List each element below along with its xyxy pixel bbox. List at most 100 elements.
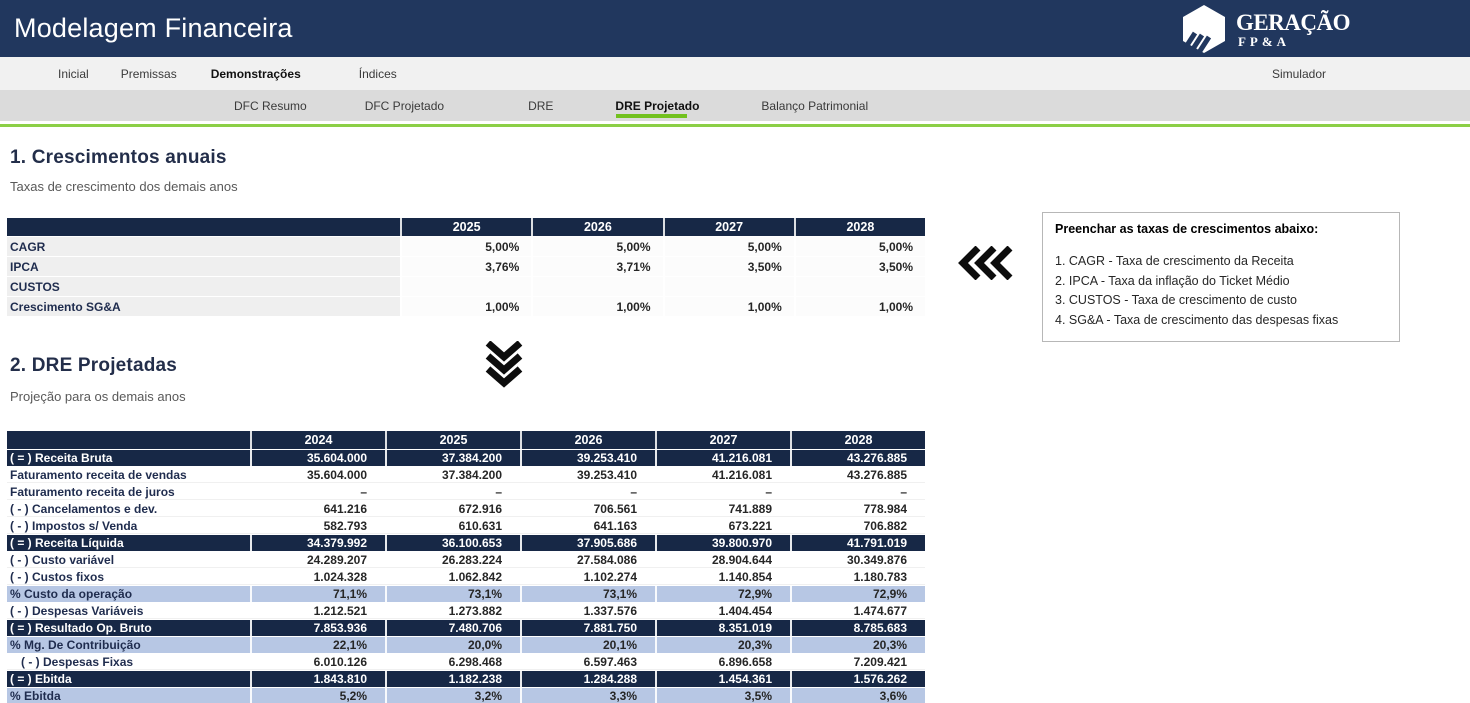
tab-dre-projetado[interactable]: DRE Projetado bbox=[615, 93, 699, 119]
cell-value: 20,3% bbox=[790, 637, 925, 653]
cell-value[interactable]: 1,00% bbox=[663, 297, 794, 316]
header-corner bbox=[7, 431, 250, 449]
tab-balanco-patrimonial[interactable]: Balanço Patrimonial bbox=[761, 93, 868, 119]
row-label: ( - ) Custos fixos bbox=[7, 569, 250, 584]
year-header: 2025 bbox=[400, 218, 531, 236]
row-label: ( = ) Resultado Op. Bruto bbox=[7, 620, 250, 636]
note-item-ipca: 2. IPCA - Taxa da inflação do Ticket Méd… bbox=[1055, 272, 1387, 292]
cell-value: 8.351.019 bbox=[655, 620, 790, 636]
cell-value[interactable]: 3,50% bbox=[663, 257, 794, 276]
table-row: ( = ) Receita Líquida34.379.99236.100.65… bbox=[7, 535, 925, 551]
cell-value[interactable]: 3,76% bbox=[400, 257, 531, 276]
row-label: Crescimento SG&A bbox=[7, 297, 400, 316]
cell-value: 36.100.653 bbox=[385, 535, 520, 551]
table-row: Faturamento receita de vendas35.604.0003… bbox=[7, 467, 925, 483]
row-label: IPCA bbox=[7, 257, 400, 276]
nav-item-inicial[interactable]: Inicial bbox=[58, 67, 89, 81]
table-row: ( - ) Custos fixos1.024.3281.062.8421.10… bbox=[7, 569, 925, 585]
cell-value: 3,2% bbox=[385, 688, 520, 703]
nav-item-simulador[interactable]: Simulador bbox=[1272, 67, 1326, 81]
cell-value: 24.289.207 bbox=[250, 552, 385, 567]
cell-value[interactable]: 3,71% bbox=[531, 257, 662, 276]
cell-value: 5,2% bbox=[250, 688, 385, 703]
cell-value: 41.216.081 bbox=[655, 450, 790, 466]
table-row: Crescimento SG&A1,00%1,00%1,00%1,00% bbox=[7, 297, 925, 316]
cell-value: 35.604.000 bbox=[250, 450, 385, 466]
cell-value[interactable]: 3,50% bbox=[794, 257, 925, 276]
tab-dfc-resumo[interactable]: DFC Resumo bbox=[234, 93, 307, 119]
table-row: ( - ) Impostos s/ Venda582.793610.631641… bbox=[7, 518, 925, 534]
cell-value[interactable] bbox=[400, 277, 531, 296]
cell-value: 7.209.421 bbox=[790, 654, 925, 669]
cell-value: 34.379.992 bbox=[250, 535, 385, 551]
row-label: ( - ) Despesas Variáveis bbox=[7, 603, 250, 618]
table-row: ( - ) Cancelamentos e dev.641.216672.916… bbox=[7, 501, 925, 517]
year-header: 2025 bbox=[385, 431, 520, 449]
tab-dre[interactable]: DRE bbox=[528, 93, 553, 119]
cell-value: 20,0% bbox=[385, 637, 520, 653]
cell-value[interactable]: 1,00% bbox=[400, 297, 531, 316]
dre-projected-table: 20242025202620272028( = ) Receita Bruta3… bbox=[7, 431, 925, 703]
cell-value: 641.216 bbox=[250, 501, 385, 516]
cell-value: 6.298.468 bbox=[385, 654, 520, 669]
nav-item-demonstracoes[interactable]: Demonstrações bbox=[211, 67, 301, 81]
table-row: ( - ) Custo variável24.289.20726.283.224… bbox=[7, 552, 925, 568]
cell-value: 778.984 bbox=[790, 501, 925, 516]
cell-value[interactable] bbox=[663, 277, 794, 296]
cell-value: 1.182.238 bbox=[385, 671, 520, 687]
table-row: Faturamento receita de juros––––– bbox=[7, 484, 925, 500]
cell-value: – bbox=[385, 484, 520, 499]
row-label: % Mg. De Contribuição bbox=[7, 637, 250, 653]
table-row: ( - ) Despesas Variáveis1.212.5211.273.8… bbox=[7, 603, 925, 619]
triple-chevron-down-icon bbox=[485, 341, 523, 389]
cell-value: – bbox=[520, 484, 655, 499]
cell-value[interactable]: 1,00% bbox=[531, 297, 662, 316]
table-row: ( = ) Receita Bruta35.604.00037.384.2003… bbox=[7, 450, 925, 466]
cell-value: 20,1% bbox=[520, 637, 655, 653]
tab-dfc-projetado[interactable]: DFC Projetado bbox=[365, 93, 444, 119]
cell-value: – bbox=[655, 484, 790, 499]
cell-value[interactable]: 5,00% bbox=[794, 237, 925, 256]
table-row: ( = ) Resultado Op. Bruto7.853.9367.480.… bbox=[7, 620, 925, 636]
cell-value[interactable] bbox=[794, 277, 925, 296]
cell-value: 741.889 bbox=[655, 501, 790, 516]
cell-value: 30.349.876 bbox=[790, 552, 925, 567]
cell-value: 39.253.410 bbox=[520, 450, 655, 466]
cell-value: 37.384.200 bbox=[385, 467, 520, 482]
logo-text: GERAÇÃO FP&A bbox=[1236, 11, 1350, 48]
cell-value: 72,9% bbox=[655, 586, 790, 602]
row-label: ( - ) Impostos s/ Venda bbox=[7, 518, 250, 533]
nav-item-indices[interactable]: Índices bbox=[359, 67, 397, 81]
cell-value: 1.454.361 bbox=[655, 671, 790, 687]
cell-value: 6.010.126 bbox=[250, 654, 385, 669]
app-header: Modelagem Financeira GERAÇÃO FP&A bbox=[0, 0, 1470, 57]
row-label: CUSTOS bbox=[7, 277, 400, 296]
year-header: 2027 bbox=[655, 431, 790, 449]
cell-value: 71,1% bbox=[250, 586, 385, 602]
year-header: 2027 bbox=[663, 218, 794, 236]
nav-item-premissas[interactable]: Premissas bbox=[121, 67, 177, 81]
cell-value: 706.882 bbox=[790, 518, 925, 533]
cell-value: 28.904.644 bbox=[655, 552, 790, 567]
cell-value: 6.896.658 bbox=[655, 654, 790, 669]
cell-value[interactable]: 5,00% bbox=[531, 237, 662, 256]
section1-title: 1. Crescimentos anuais bbox=[10, 147, 227, 169]
table-row: CAGR5,00%5,00%5,00%5,00% bbox=[7, 237, 925, 256]
cell-value: 1.024.328 bbox=[250, 569, 385, 584]
triple-chevron-left-icon bbox=[958, 246, 1014, 280]
cell-value[interactable] bbox=[531, 277, 662, 296]
cell-value: 673.221 bbox=[655, 518, 790, 533]
section2-subtitle: Projeção para os demais anos bbox=[10, 389, 186, 404]
note-title: Preenchar as taxas de crescimentos abaix… bbox=[1055, 222, 1387, 236]
cell-value: 1.102.274 bbox=[520, 569, 655, 584]
cell-value: 41.791.019 bbox=[790, 535, 925, 551]
cell-value[interactable]: 1,00% bbox=[794, 297, 925, 316]
cell-value[interactable]: 5,00% bbox=[663, 237, 794, 256]
cell-value[interactable]: 5,00% bbox=[400, 237, 531, 256]
cell-value: 1.284.288 bbox=[520, 671, 655, 687]
logo-subtitle: FP&A bbox=[1236, 35, 1350, 48]
cell-value: 1.576.262 bbox=[790, 671, 925, 687]
cell-value: 37.384.200 bbox=[385, 450, 520, 466]
cell-value: 3,5% bbox=[655, 688, 790, 703]
cell-value: 1.337.576 bbox=[520, 603, 655, 618]
